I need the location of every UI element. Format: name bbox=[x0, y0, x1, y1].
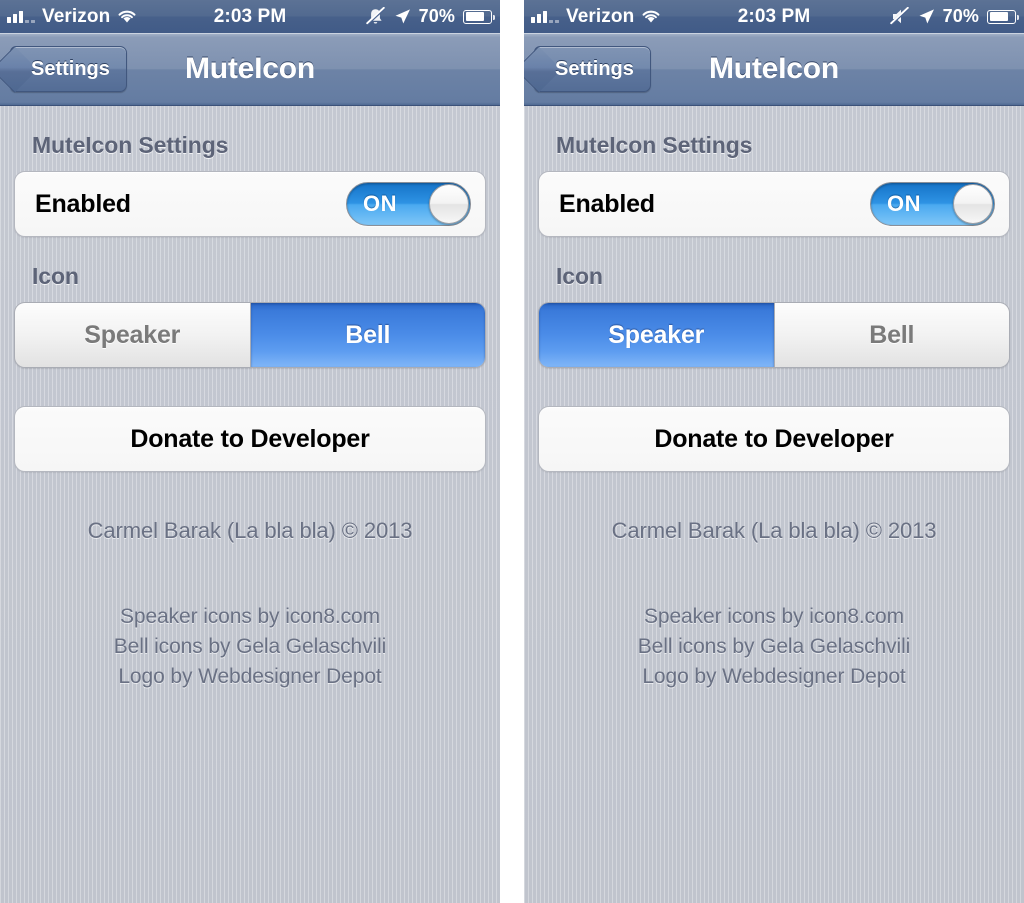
settings-content: MuteIcon Settings Enabled ON Icon Speake… bbox=[0, 132, 500, 691]
credit-line: Logo by Webdesigner Depot bbox=[642, 664, 906, 688]
section-header-icon: Icon bbox=[32, 263, 79, 289]
donate-button[interactable]: Donate to Developer bbox=[538, 406, 1010, 472]
wifi-icon bbox=[641, 9, 661, 24]
section-header-settings: MuteIcon Settings bbox=[32, 132, 229, 158]
speaker-muted-icon bbox=[889, 7, 910, 26]
enabled-label: Enabled bbox=[559, 189, 655, 218]
battery-icon bbox=[463, 9, 495, 24]
enabled-row[interactable]: Enabled ON bbox=[14, 171, 486, 237]
battery-percent-label: 70% bbox=[942, 6, 979, 26]
donate-button-label: Donate to Developer bbox=[654, 424, 894, 453]
screenshot-stage: Verizon 2:03 PM 70% Settings MuteIcon Mu… bbox=[0, 0, 1024, 903]
credits-block: Speaker icons by icon8.com Bell icons by… bbox=[14, 602, 486, 691]
toggle-knob[interactable] bbox=[429, 184, 469, 224]
enabled-toggle[interactable]: ON bbox=[870, 182, 995, 226]
toggle-state-label: ON bbox=[887, 191, 921, 216]
icon-segmented-control[interactable]: Speaker Bell bbox=[538, 302, 1010, 368]
enabled-row[interactable]: Enabled ON bbox=[538, 171, 1010, 237]
phone-screenshot-left: Verizon 2:03 PM 70% Settings MuteIcon Mu… bbox=[0, 0, 500, 903]
segment-bell[interactable]: Bell bbox=[249, 303, 485, 367]
credit-line: Speaker icons by icon8.com bbox=[119, 605, 381, 628]
status-bar: Verizon 2:03 PM 70% bbox=[0, 0, 500, 33]
credit-line: Bell icons by Gela Gelaschvili bbox=[637, 634, 911, 658]
signal-bars-icon bbox=[7, 10, 35, 23]
status-bar-left: Verizon bbox=[0, 6, 137, 28]
battery-percent-label: 70% bbox=[418, 6, 455, 26]
settings-content: MuteIcon Settings Enabled ON Icon Speake… bbox=[524, 132, 1024, 691]
carrier-label: Verizon bbox=[566, 5, 635, 27]
status-bar-left: Verizon bbox=[524, 6, 661, 28]
carrier-label: Verizon bbox=[42, 5, 111, 27]
enabled-toggle[interactable]: ON bbox=[346, 182, 471, 226]
battery-icon bbox=[987, 9, 1019, 24]
credits-block: Speaker icons by icon8.com Bell icons by… bbox=[538, 602, 1010, 691]
status-bar-right: 70% bbox=[889, 6, 1019, 27]
segment-bell[interactable]: Bell bbox=[773, 303, 1009, 367]
donate-button-label: Donate to Developer bbox=[130, 424, 370, 453]
status-bar-right: 70% bbox=[365, 6, 495, 27]
icon-segmented-control[interactable]: Speaker Bell bbox=[14, 302, 486, 368]
location-arrow-icon bbox=[394, 8, 411, 25]
back-button-settings[interactable]: Settings bbox=[10, 46, 127, 92]
segment-speaker[interactable]: Speaker bbox=[539, 303, 774, 367]
phone-screenshot-right: Verizon 2:03 PM 70% Settings MuteIcon Mu… bbox=[524, 0, 1024, 903]
segment-speaker[interactable]: Speaker bbox=[15, 303, 250, 367]
back-button-settings[interactable]: Settings bbox=[534, 46, 651, 92]
section-header-settings: MuteIcon Settings bbox=[556, 132, 753, 158]
signal-bars-icon bbox=[531, 10, 559, 23]
section-header-icon: Icon bbox=[556, 263, 603, 289]
wifi-icon bbox=[117, 9, 137, 24]
location-arrow-icon bbox=[918, 8, 935, 25]
enabled-label: Enabled bbox=[35, 189, 131, 218]
copyright-text: Carmel Barak (La bla bla) © 2013 bbox=[87, 518, 413, 543]
panel-divider bbox=[500, 0, 524, 903]
navigation-bar: Settings MuteIcon bbox=[0, 33, 500, 106]
toggle-state-label: ON bbox=[363, 191, 397, 216]
copyright-text: Carmel Barak (La bla bla) © 2013 bbox=[611, 518, 937, 543]
toggle-knob[interactable] bbox=[953, 184, 993, 224]
back-button-label: Settings bbox=[31, 57, 110, 80]
credit-line: Speaker icons by icon8.com bbox=[643, 605, 905, 628]
back-button-label: Settings bbox=[555, 57, 634, 80]
bell-muted-icon bbox=[365, 7, 386, 26]
donate-button[interactable]: Donate to Developer bbox=[14, 406, 486, 472]
credit-line: Logo by Webdesigner Depot bbox=[118, 664, 382, 688]
navigation-bar: Settings MuteIcon bbox=[524, 33, 1024, 106]
credit-line: Bell icons by Gela Gelaschvili bbox=[113, 634, 387, 658]
status-bar: Verizon 2:03 PM 70% bbox=[524, 0, 1024, 33]
